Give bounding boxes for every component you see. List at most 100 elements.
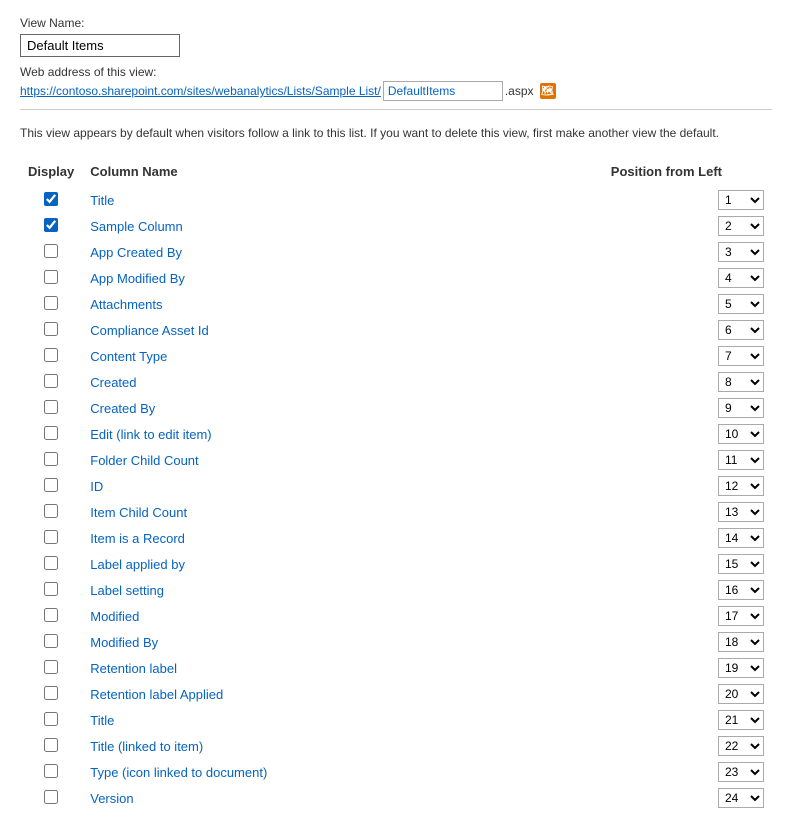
column-checkbox[interactable] [44, 348, 58, 362]
header-position: Position from Left [450, 160, 772, 187]
position-select[interactable]: 123456789101112131415161718192021222324 [718, 450, 764, 470]
column-checkbox[interactable] [44, 504, 58, 518]
table-row: Created 123456789101112131415161718192021… [20, 369, 772, 395]
column-name: Attachments [82, 291, 450, 317]
position-select[interactable]: 123456789101112131415161718192021222324 [718, 190, 764, 210]
position-select[interactable]: 123456789101112131415161718192021222324 [718, 294, 764, 314]
position-select[interactable]: 123456789101112131415161718192021222324 [718, 216, 764, 236]
column-checkbox[interactable] [44, 608, 58, 622]
position-select[interactable]: 123456789101112131415161718192021222324 [718, 242, 764, 262]
table-row: Item Child Count 123456789101112131415161… [20, 499, 772, 525]
table-row: Compliance Asset Id 123456789101112131415… [20, 317, 772, 343]
table-row: Retention label Applied 12345678910111213… [20, 681, 772, 707]
position-select[interactable]: 123456789101112131415161718192021222324 [718, 398, 764, 418]
column-checkbox[interactable] [44, 452, 58, 466]
column-name: Modified [82, 603, 450, 629]
column-name: Compliance Asset Id [82, 317, 450, 343]
web-address-input[interactable] [383, 81, 503, 101]
position-select[interactable]: 123456789101112131415161718192021222324 [718, 580, 764, 600]
column-name: Content Type [82, 343, 450, 369]
position-select[interactable]: 123456789101112131415161718192021222324 [718, 528, 764, 548]
info-text: This view appears by default when visito… [20, 124, 772, 142]
column-name: Title (linked to item) [82, 733, 450, 759]
column-checkbox[interactable] [44, 192, 58, 206]
column-checkbox[interactable] [44, 478, 58, 492]
column-checkbox[interactable] [44, 790, 58, 804]
column-checkbox[interactable] [44, 322, 58, 336]
table-row: App Created By 12345678910111213141516171… [20, 239, 772, 265]
column-checkbox[interactable] [44, 296, 58, 310]
position-select[interactable]: 123456789101112131415161718192021222324 [718, 606, 764, 626]
view-name-input[interactable] [20, 34, 180, 57]
table-row: ID 12345678910111213141516171819202122232… [20, 473, 772, 499]
column-checkbox[interactable] [44, 712, 58, 726]
column-name: Retention label [82, 655, 450, 681]
column-checkbox[interactable] [44, 374, 58, 388]
column-name: Created By [82, 395, 450, 421]
position-select[interactable]: 123456789101112131415161718192021222324 [718, 346, 764, 366]
position-select[interactable]: 123456789101112131415161718192021222324 [718, 684, 764, 704]
column-checkbox[interactable] [44, 686, 58, 700]
column-name: App Created By [82, 239, 450, 265]
position-select[interactable]: 123456789101112131415161718192021222324 [718, 554, 764, 574]
table-row: Title12345678910111213141516171819202122… [20, 187, 772, 213]
table-row: Label applied by 123456789101112131415161… [20, 551, 772, 577]
column-name: Item Child Count [82, 499, 450, 525]
column-name: Label setting [82, 577, 450, 603]
table-row: Type (icon linked to document) 1234567891… [20, 759, 772, 785]
column-name: Label applied by [82, 551, 450, 577]
position-select[interactable]: 123456789101112131415161718192021222324 [718, 736, 764, 756]
column-name: Sample Column [82, 213, 450, 239]
table-row: Content Type 1234567891011121314151617181… [20, 343, 772, 369]
position-select[interactable]: 123456789101112131415161718192021222324 [718, 710, 764, 730]
column-name: App Modified By [82, 265, 450, 291]
position-select[interactable]: 123456789101112131415161718192021222324 [718, 424, 764, 444]
column-checkbox[interactable] [44, 270, 58, 284]
position-select[interactable]: 123456789101112131415161718192021222324 [718, 372, 764, 392]
position-select[interactable]: 123456789101112131415161718192021222324 [718, 476, 764, 496]
column-name: Type (icon linked to document) [82, 759, 450, 785]
position-select[interactable]: 123456789101112131415161718192021222324 [718, 320, 764, 340]
table-row: Folder Child Count 1234567891011121314151… [20, 447, 772, 473]
column-checkbox[interactable] [44, 582, 58, 596]
column-name: Folder Child Count [82, 447, 450, 473]
web-address-prefix: https://contoso.sharepoint.com/sites/web… [20, 84, 381, 98]
column-checkbox[interactable] [44, 218, 58, 232]
columns-table: Display Column Name Position from Left T… [20, 160, 772, 811]
table-row: App Modified By 1234567891011121314151617… [20, 265, 772, 291]
table-row: Attachments 12345678910111213141516171819… [20, 291, 772, 317]
column-name: ID [82, 473, 450, 499]
position-select[interactable]: 123456789101112131415161718192021222324 [718, 502, 764, 522]
column-checkbox[interactable] [44, 530, 58, 544]
rss-icon[interactable]: 🗺 [540, 83, 556, 99]
position-select[interactable]: 123456789101112131415161718192021222324 [718, 788, 764, 808]
view-name-label: View Name: [20, 16, 772, 30]
position-select[interactable]: 123456789101112131415161718192021222324 [718, 268, 764, 288]
header-display: Display [20, 160, 82, 187]
table-row: Retention label 1234567891011121314151617… [20, 655, 772, 681]
column-name: Created [82, 369, 450, 395]
table-row: Modified By12345678910111213141516171819… [20, 629, 772, 655]
web-address-label: Web address of this view: [20, 65, 772, 79]
position-select[interactable]: 123456789101112131415161718192021222324 [718, 632, 764, 652]
position-select[interactable]: 123456789101112131415161718192021222324 [718, 658, 764, 678]
column-name: Item is a Record [82, 525, 450, 551]
column-checkbox[interactable] [44, 244, 58, 258]
column-checkbox[interactable] [44, 426, 58, 440]
column-checkbox[interactable] [44, 764, 58, 778]
table-row: Title (linked to item) 123456789101112131… [20, 733, 772, 759]
column-checkbox[interactable] [44, 556, 58, 570]
column-checkbox[interactable] [44, 400, 58, 414]
column-name: Retention label Applied [82, 681, 450, 707]
column-checkbox[interactable] [44, 738, 58, 752]
position-select[interactable]: 123456789101112131415161718192021222324 [718, 762, 764, 782]
web-address-suffix: .aspx [505, 84, 534, 98]
column-name: Edit (link to edit item) [82, 421, 450, 447]
table-row: Version123456789101112131415161718192021… [20, 785, 772, 811]
table-row: Item is a Record 123456789101112131415161… [20, 525, 772, 551]
column-checkbox[interactable] [44, 634, 58, 648]
column-checkbox[interactable] [44, 660, 58, 674]
column-name: Title [82, 707, 450, 733]
table-row: Created By 123456789101112131415161718192… [20, 395, 772, 421]
table-row: Label setting 123456789101112131415161718… [20, 577, 772, 603]
